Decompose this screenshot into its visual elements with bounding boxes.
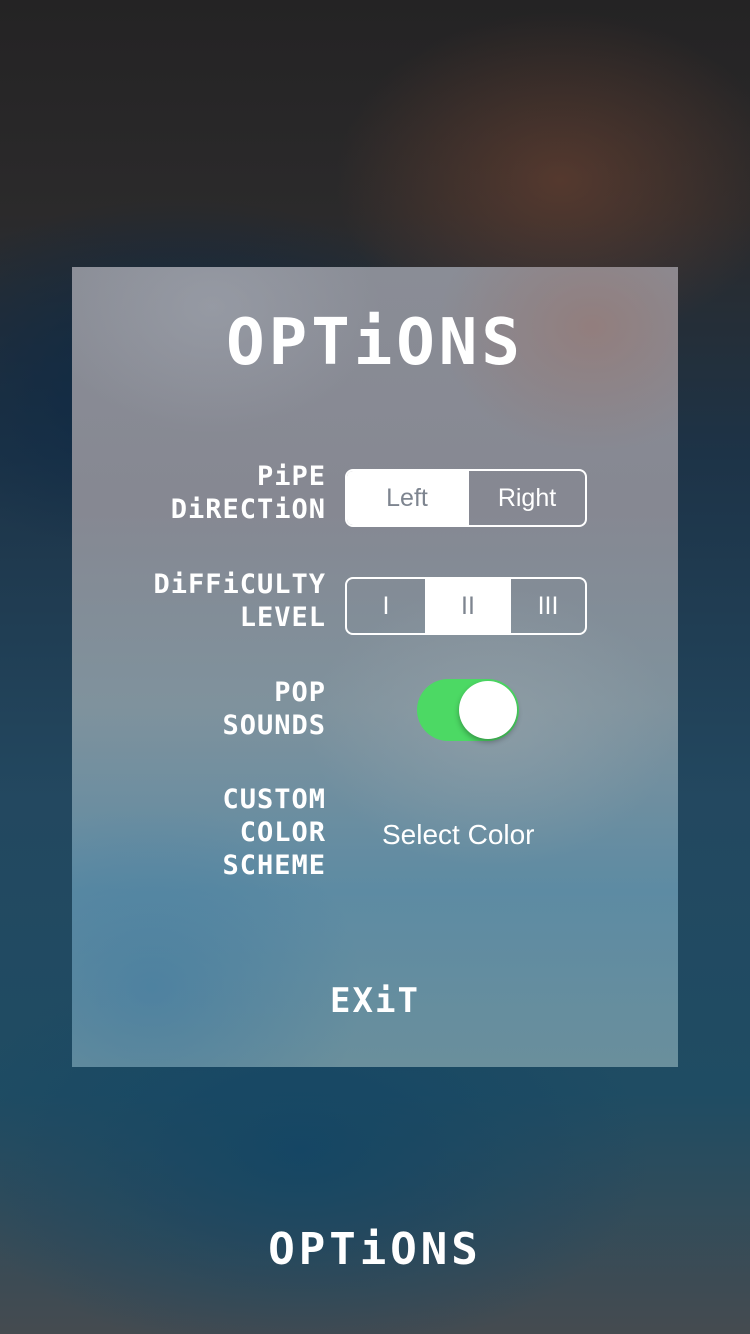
custom-color-scheme-label-line1: CUSTOM <box>222 784 326 815</box>
difficulty-level-label: DiFFiCULTY LEVEL <box>153 568 326 634</box>
select-color-button[interactable]: Select Color <box>382 815 535 855</box>
difficulty-level-3-option[interactable]: III <box>509 579 585 633</box>
pipe-direction-label-line1: PiPE <box>256 461 326 492</box>
difficulty-level-1-option[interactable]: I <box>347 579 425 633</box>
exit-button[interactable]: EXiT <box>315 973 435 1029</box>
pop-sounds-toggle[interactable] <box>417 679 519 741</box>
difficulty-level-label-line1: DiFFiCULTY <box>153 569 326 600</box>
panel-title: OPTiONS <box>226 306 524 380</box>
background-options-title: OPTiONS <box>268 1224 482 1275</box>
pipe-direction-label-line2: DiRECTiON <box>170 494 326 525</box>
difficulty-level-label-line2: LEVEL <box>239 602 326 633</box>
pipe-direction-left-option[interactable]: Left <box>347 471 467 525</box>
pop-sounds-label-line1: POP <box>274 677 326 708</box>
pipe-direction-label: PiPE DiRECTiON <box>171 460 326 526</box>
pop-sounds-label: POP SOUNDS <box>222 676 326 742</box>
toggle-knob <box>459 681 517 739</box>
pop-sounds-label-line2: SOUNDS <box>222 710 326 741</box>
custom-color-scheme-label: CUSTOM COLOR SCHEME <box>222 783 326 882</box>
custom-color-scheme-label-line2: COLOR <box>239 817 326 848</box>
options-panel: OPTiONS PiPE DiRECTiON Left Right DiFFiC… <box>72 267 678 1067</box>
difficulty-level-2-option[interactable]: II <box>425 579 509 633</box>
custom-color-scheme-label-line3: SCHEME <box>222 850 326 881</box>
pipe-direction-right-option[interactable]: Right <box>467 471 585 525</box>
difficulty-segmented-control: I II III <box>345 577 587 635</box>
pipe-direction-segmented-control: Left Right <box>345 469 587 527</box>
